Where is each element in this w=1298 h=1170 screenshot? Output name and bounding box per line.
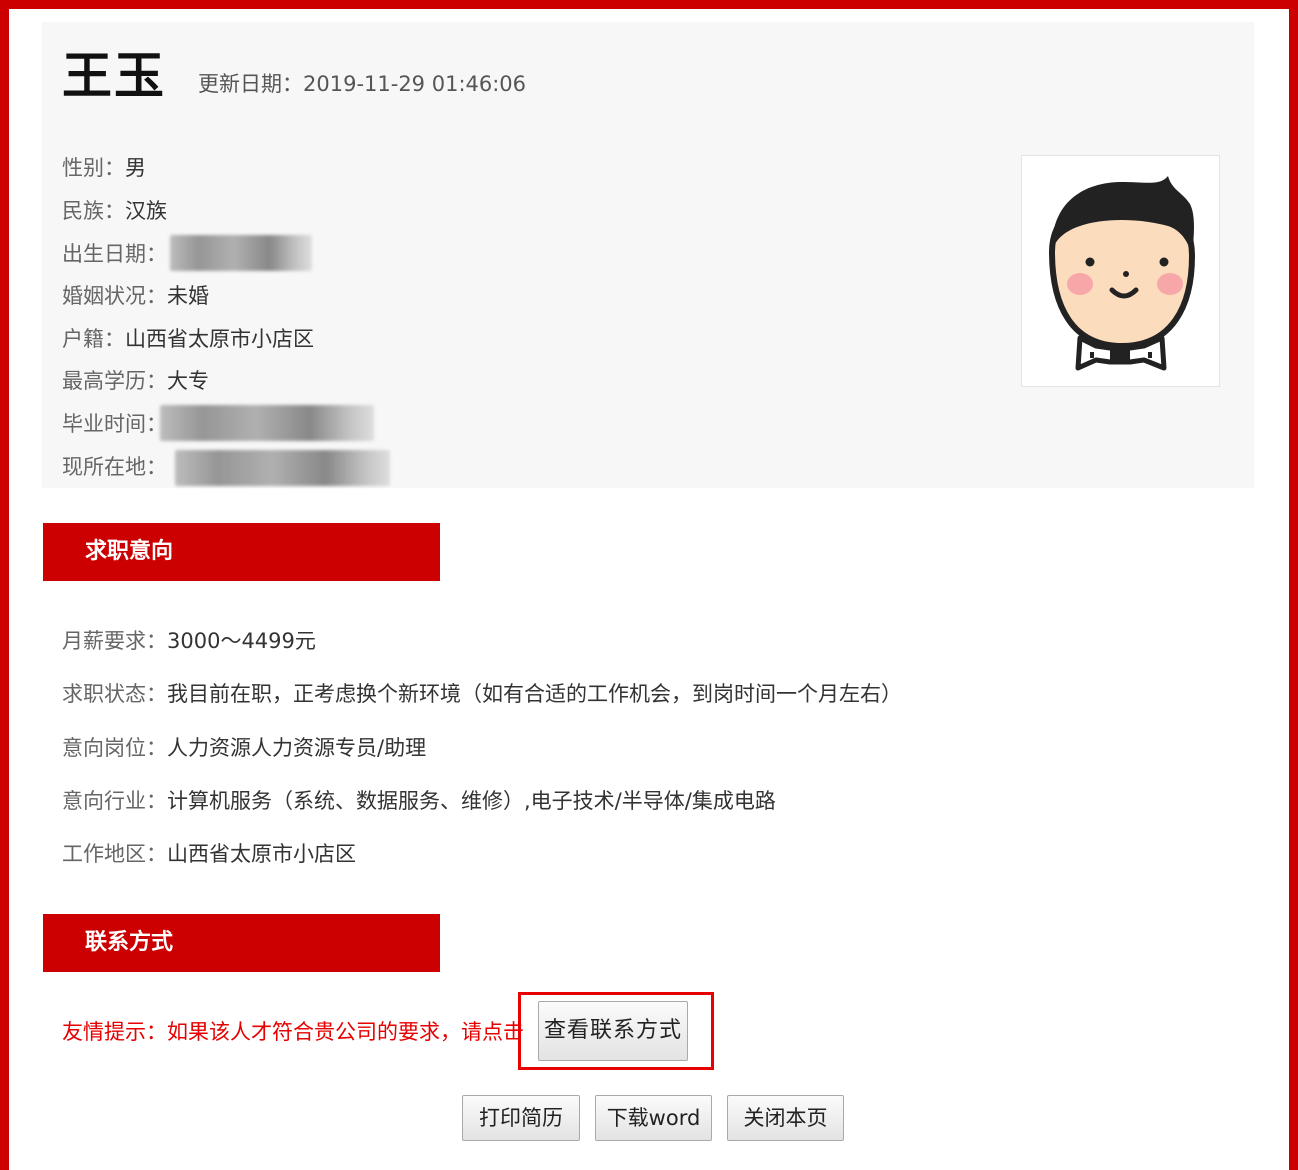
info-graduation: 毕业时间： [62, 410, 167, 438]
candidate-name: 王玉 [62, 47, 166, 105]
cartoon-avatar-icon [1048, 176, 1196, 371]
info-value: 山西省太原市小店区 [125, 327, 314, 351]
update-value: 2019-11-29 01:46:06 [303, 72, 527, 96]
update-label: 更新日期： [198, 72, 303, 96]
intent-label: 意向岗位： [62, 736, 167, 760]
redacted-birthdate [170, 235, 312, 271]
intent-label: 工作地区： [62, 842, 167, 866]
intent-work-area: 工作地区：山西省太原市小店区 [62, 840, 356, 868]
friendly-tip: 友情提示：如果该人才符合贵公司的要求，请点击 [62, 1020, 524, 1044]
view-contact-button[interactable]: 查看联系方式 [538, 1001, 688, 1061]
intent-value: 计算机服务（系统、数据服务、维修）,电子技术/半导体/集成电路 [167, 789, 776, 813]
info-value: 未婚 [167, 284, 209, 308]
info-birthdate: 出生日期： [62, 240, 167, 268]
info-label: 民族： [62, 199, 125, 223]
info-value: 男 [125, 156, 146, 180]
print-resume-button[interactable]: 打印简历 [462, 1095, 580, 1141]
intent-value: 我目前在职，正考虑换个新环境（如有合适的工作机会，到岗时间一个月左右） [167, 682, 902, 706]
section-contact-header: 联系方式 [43, 914, 440, 972]
intent-industry: 意向行业：计算机服务（系统、数据服务、维修）,电子技术/半导体/集成电路 [62, 787, 776, 815]
redacted-graduation [160, 405, 374, 441]
info-marital-status: 婚姻状况：未婚 [62, 282, 209, 310]
info-label: 出生日期： [62, 242, 167, 266]
info-current-location: 现所在地： [62, 453, 167, 481]
info-label: 毕业时间： [62, 412, 167, 436]
intent-label: 意向行业： [62, 789, 167, 813]
intent-value: 人力资源人力资源专员/助理 [167, 736, 427, 760]
info-education: 最高学历：大专 [62, 367, 209, 395]
info-label: 婚姻状况： [62, 284, 167, 308]
info-gender: 性别：男 [62, 154, 146, 182]
intent-position: 意向岗位：人力资源人力资源专员/助理 [62, 734, 426, 762]
info-value: 大专 [167, 369, 209, 393]
info-label: 户籍： [62, 327, 125, 351]
info-label: 性别： [62, 156, 125, 180]
intent-label: 月薪要求： [62, 629, 167, 653]
info-label: 最高学历： [62, 369, 167, 393]
intent-value: 山西省太原市小店区 [167, 842, 356, 866]
intent-label: 求职状态： [62, 682, 167, 706]
redacted-location [175, 450, 390, 486]
info-label: 现所在地： [62, 455, 167, 479]
info-value: 汉族 [125, 199, 167, 223]
download-word-button[interactable]: 下载word [595, 1095, 712, 1141]
info-hukou: 户籍：山西省太原市小店区 [62, 325, 314, 353]
close-page-button[interactable]: 关闭本页 [727, 1095, 844, 1141]
intent-salary: 月薪要求：3000～4499元 [62, 627, 316, 655]
update-date: 更新日期：2019-11-29 01:46:06 [198, 70, 526, 98]
info-ethnicity: 民族：汉族 [62, 197, 167, 225]
intent-status: 求职状态：我目前在职，正考虑换个新环境（如有合适的工作机会，到岗时间一个月左右） [62, 680, 902, 708]
avatar [1021, 155, 1220, 387]
section-job-intent-header: 求职意向 [43, 523, 440, 581]
intent-value: 3000～4499元 [167, 629, 316, 653]
